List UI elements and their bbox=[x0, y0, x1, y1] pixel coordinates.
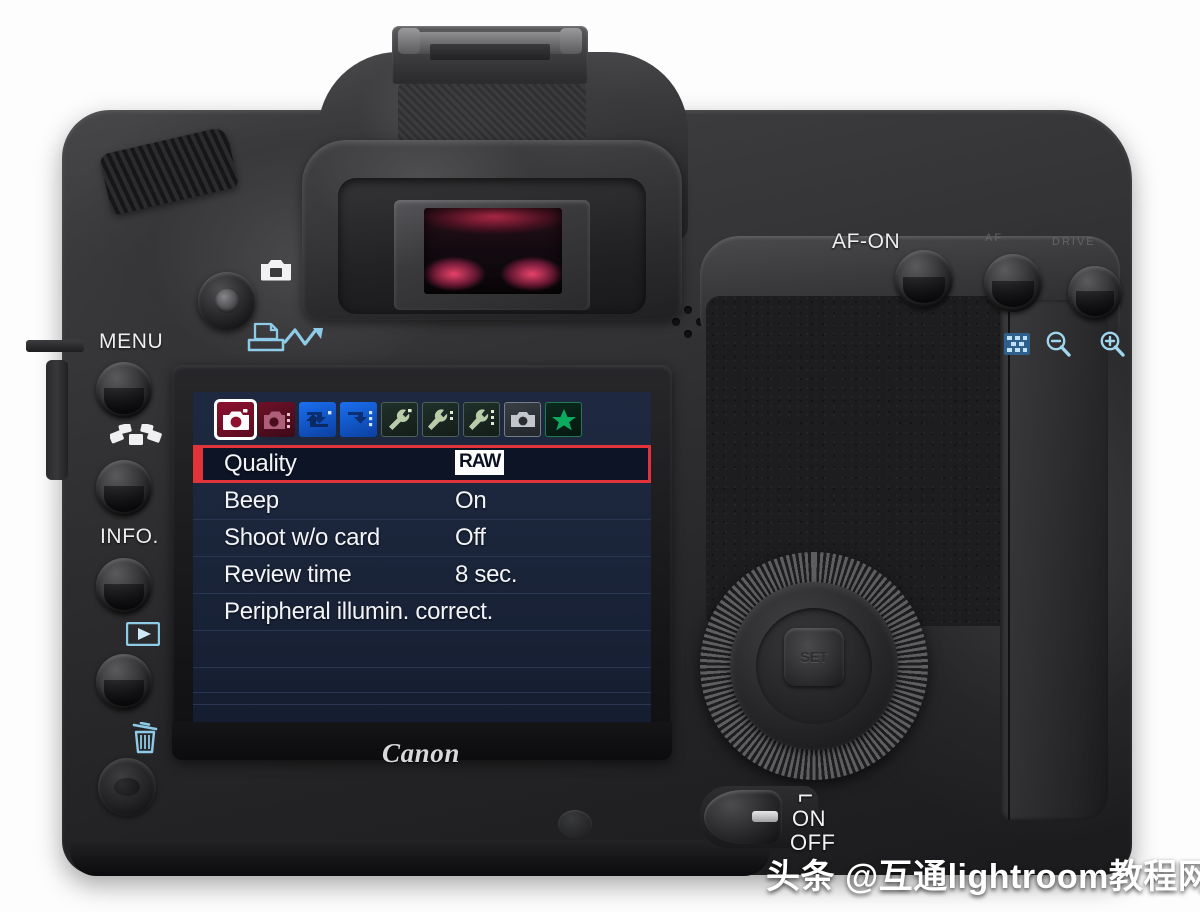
power-switch-indicator bbox=[752, 811, 778, 822]
magnify-plus-icon bbox=[1098, 330, 1126, 363]
menu-tab-custom-functions[interactable] bbox=[504, 402, 541, 437]
menu-footer-separator bbox=[193, 692, 651, 693]
menu-row-review-time[interactable]: Review time 8 sec. bbox=[193, 557, 651, 594]
menu-row-label: Beep bbox=[224, 487, 279, 514]
menu-list: Quality RAW Beep On Shoot w/o card Off R… bbox=[193, 445, 651, 705]
power-on-label: ON bbox=[792, 806, 826, 831]
menu-row-shoot-wo-card[interactable]: Shoot w/o card Off bbox=[193, 520, 651, 557]
menu-tab-playback-1[interactable] bbox=[299, 402, 336, 437]
menu-row-label: Quality bbox=[224, 450, 297, 477]
menu-row-value: RAW bbox=[455, 450, 505, 475]
menu-row-label: Peripheral illumin. correct. bbox=[224, 598, 494, 625]
menu-row-label: Shoot w/o card bbox=[224, 524, 380, 551]
engraving-af: AF bbox=[985, 232, 1004, 244]
menu-row-label: Review time bbox=[224, 561, 352, 588]
hotshoe-pin-right bbox=[560, 28, 582, 54]
menu-row-value: Off bbox=[455, 524, 486, 551]
menu-tab-setup-1[interactable] bbox=[381, 402, 418, 437]
menu-tab-playback-2[interactable] bbox=[340, 402, 377, 437]
lcd-screen[interactable]: Quality RAW Beep On Shoot w/o card Off R… bbox=[193, 392, 651, 722]
camera-rear-photo: AF DRIVE AF-ON MENU INFO. Canon Quality … bbox=[0, 0, 1200, 912]
playback-button[interactable] bbox=[96, 654, 152, 710]
menu-row-beep[interactable]: Beep On bbox=[193, 483, 651, 520]
trash-icon bbox=[130, 721, 160, 759]
magnify-minus-icon bbox=[1044, 330, 1072, 363]
info-label: INFO. bbox=[100, 525, 159, 548]
menu-row-peripheral-illumination[interactable]: Peripheral illumin. correct. bbox=[193, 594, 651, 631]
body-dimple bbox=[558, 810, 592, 838]
strap-lug bbox=[26, 340, 84, 352]
hotshoe-pin-left bbox=[398, 28, 420, 54]
rear-icon-row bbox=[1004, 330, 1126, 363]
info-button[interactable] bbox=[96, 558, 152, 614]
af-point-selection-icon bbox=[1004, 333, 1030, 360]
direct-transfer-icon bbox=[283, 326, 329, 359]
af-on-button[interactable] bbox=[895, 250, 953, 308]
menu-row-quality[interactable]: Quality RAW bbox=[193, 445, 651, 483]
magnify-button[interactable] bbox=[1068, 266, 1122, 320]
menu-row-value: 8 sec. bbox=[455, 561, 518, 588]
menu-button[interactable] bbox=[96, 362, 152, 418]
watermark-text: 头条 @互通lightroom教程网 bbox=[766, 858, 1200, 896]
menu-tab-setup-2[interactable] bbox=[422, 402, 459, 437]
grip-seam bbox=[1008, 300, 1010, 820]
set-button-label: SET bbox=[800, 648, 828, 666]
light-sensor bbox=[98, 758, 156, 816]
canon-logo: Canon bbox=[381, 738, 461, 768]
menu-row-empty bbox=[193, 631, 651, 668]
viewfinder-eyepiece-glass bbox=[424, 208, 562, 294]
set-button[interactable]: SET bbox=[784, 628, 844, 686]
menu-tab-row bbox=[214, 399, 582, 440]
menu-tab-setup-3[interactable] bbox=[463, 402, 500, 437]
playback-icon bbox=[125, 621, 161, 651]
menu-row-empty bbox=[193, 668, 651, 705]
menu-tab-my-menu[interactable] bbox=[545, 402, 582, 437]
af-point-selection-button[interactable] bbox=[984, 254, 1042, 312]
menu-tab-shooting-1[interactable] bbox=[214, 399, 257, 440]
menu-row-value: On bbox=[455, 487, 487, 514]
hotshoe-foot bbox=[430, 44, 550, 60]
live-view-camera-icon bbox=[259, 258, 293, 287]
picture-style-icon bbox=[109, 423, 162, 459]
camera-body-bottom-edge bbox=[70, 840, 770, 876]
menu-label: MENU bbox=[99, 330, 164, 353]
af-on-label: AF-ON bbox=[832, 230, 901, 253]
right-hand-grip bbox=[1000, 300, 1108, 820]
picture-style-button[interactable] bbox=[96, 460, 152, 516]
left-port-cover bbox=[46, 360, 68, 480]
menu-tab-shooting-2[interactable] bbox=[258, 402, 295, 437]
engraving-drive: DRIVE bbox=[1052, 236, 1096, 248]
